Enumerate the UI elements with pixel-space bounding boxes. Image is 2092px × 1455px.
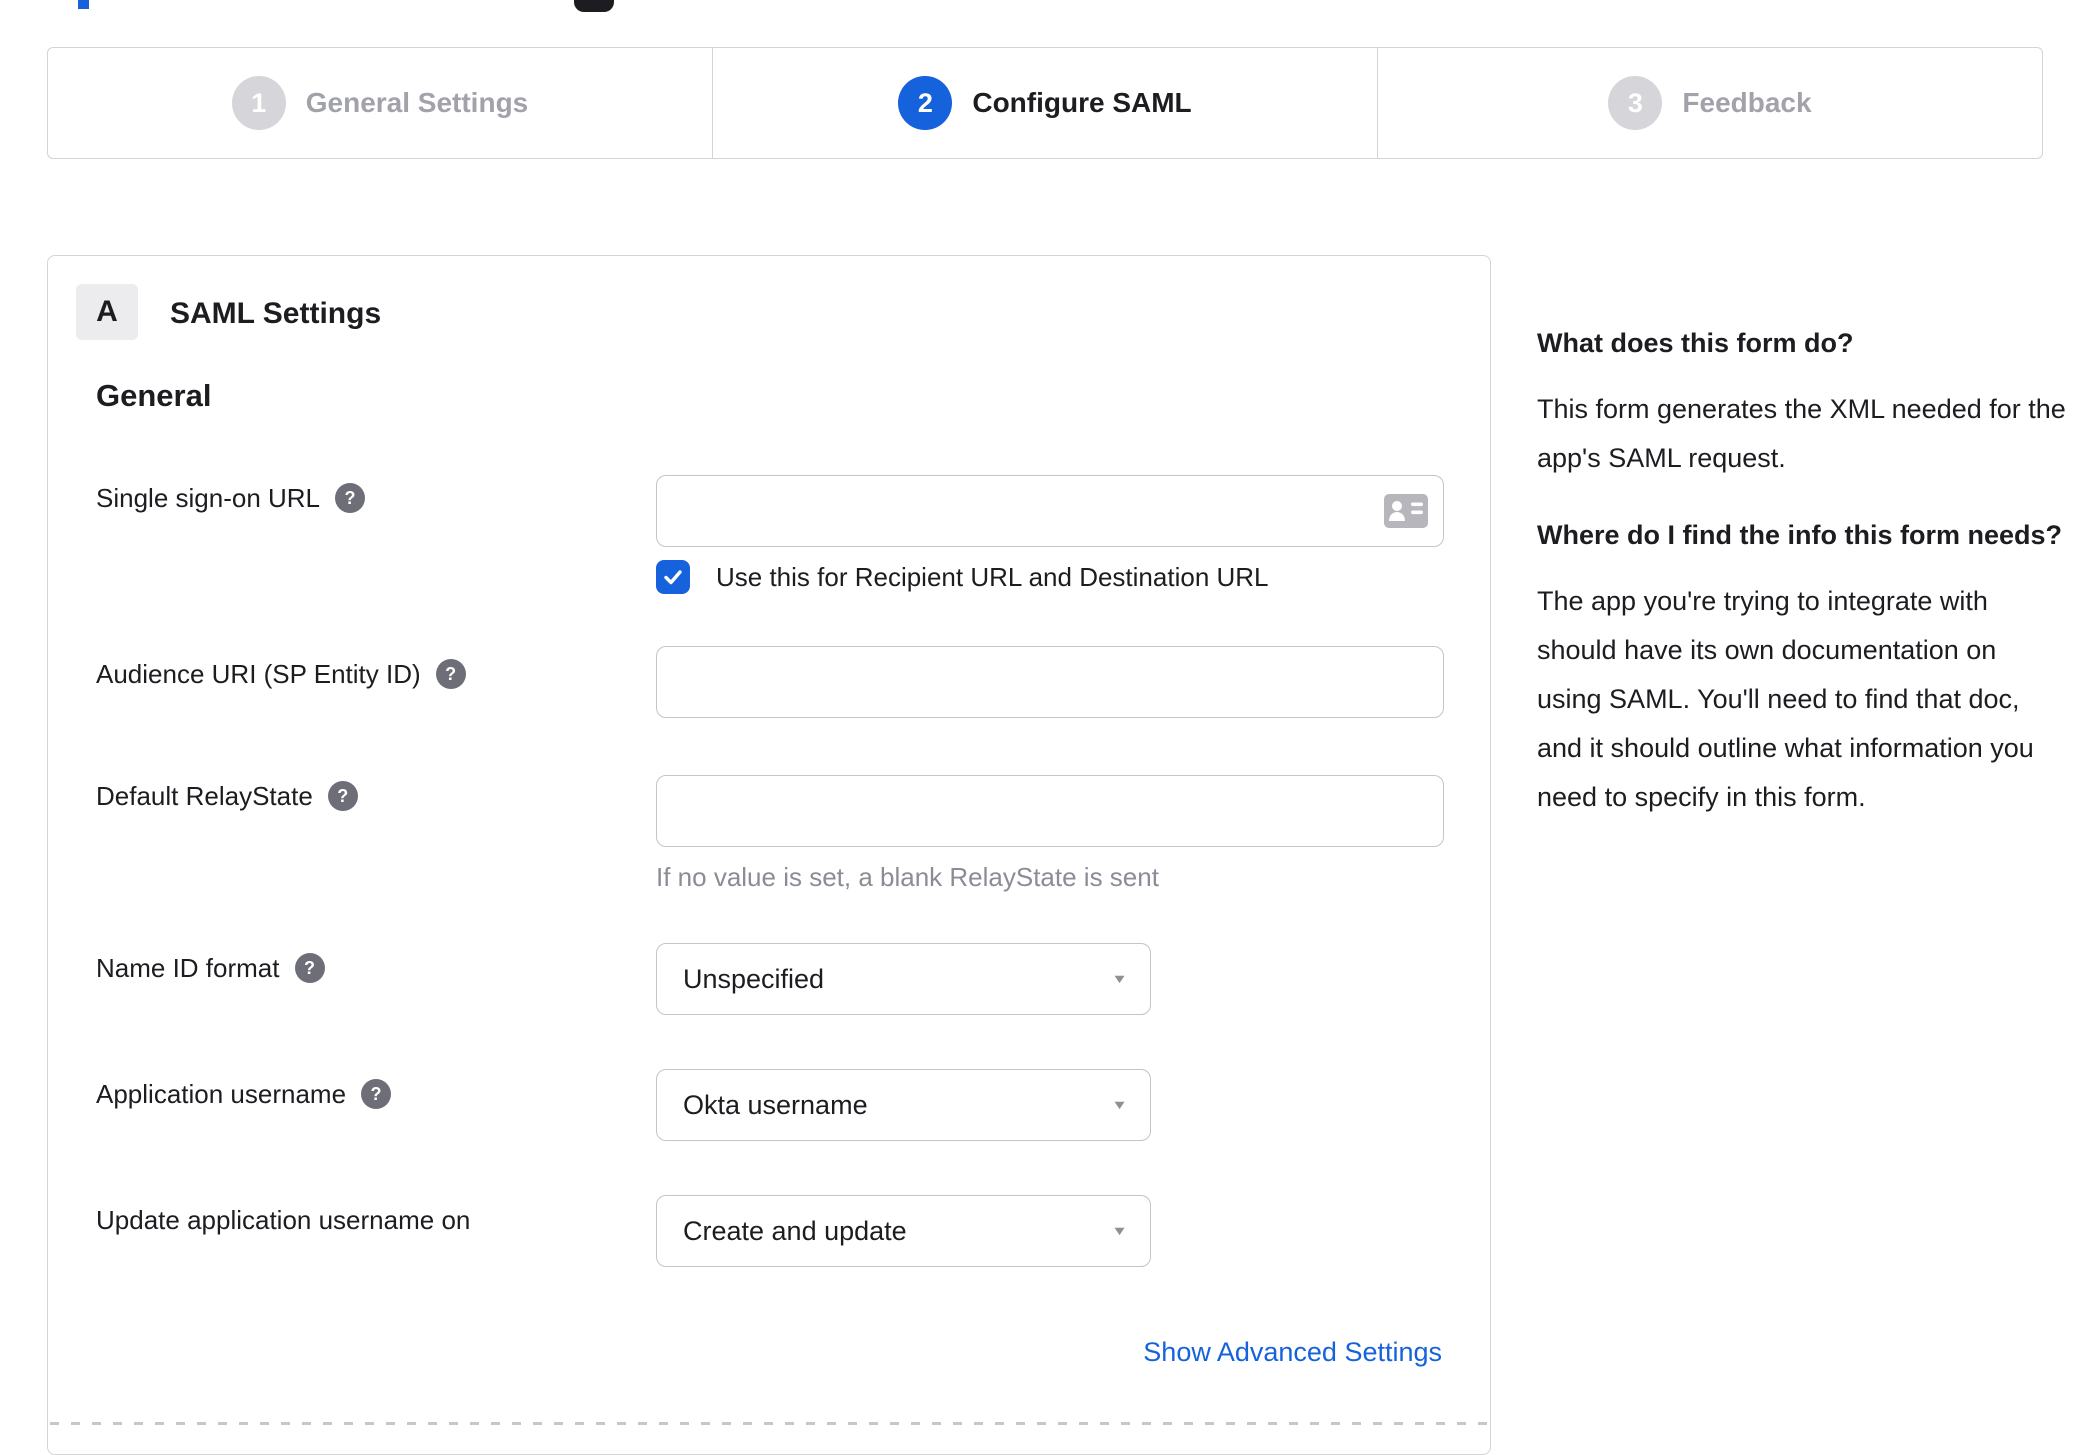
help-icon[interactable]: ?	[435, 659, 466, 689]
audience-uri-label: Audience URI (SP Entity ID)	[96, 658, 421, 689]
help-panel: What does this form do? This form genera…	[1537, 317, 2067, 848]
sso-url-input[interactable]	[656, 475, 1444, 547]
clipped-header-title-artifact	[574, 0, 614, 12]
help-icon[interactable]: ?	[327, 781, 358, 811]
step-number-badge: 2	[898, 76, 953, 130]
name-id-format-label: Name ID format	[96, 952, 280, 983]
wizard-stepper: 1 General Settings 2 Configure SAML 3 Fe…	[47, 47, 2043, 159]
step-label: General Settings	[305, 87, 529, 118]
audience-uri-input[interactable]	[656, 646, 1444, 718]
dashed-section-divider	[50, 1422, 1488, 1425]
step-general-settings[interactable]: 1 General Settings	[48, 48, 712, 158]
section-a-badge: A	[76, 284, 138, 340]
update-username-select[interactable]: Create and update ▼	[656, 1195, 1151, 1267]
saml-settings-card: A SAML Settings General Single sign-on U…	[47, 255, 1491, 1455]
app-username-select[interactable]: Okta username ▼	[656, 1069, 1151, 1141]
show-advanced-settings-link[interactable]: Show Advanced Settings	[1143, 1337, 1442, 1368]
card-title: SAML Settings	[170, 297, 382, 330]
group-title-general: General	[96, 378, 212, 413]
sso-url-input-wrap	[656, 475, 1444, 547]
recipient-url-checkbox[interactable]	[656, 560, 690, 594]
name-id-format-select[interactable]: Unspecified ▼	[656, 943, 1151, 1015]
relaystate-label: Default RelayState	[96, 780, 313, 811]
update-username-label: Update application username on	[96, 1204, 471, 1235]
select-value: Okta username	[683, 1089, 868, 1120]
sso-url-label: Single sign-on URL	[96, 482, 321, 513]
step-configure-saml[interactable]: 2 Configure SAML	[712, 48, 1377, 158]
help-question-1: What does this form do?	[1537, 328, 1854, 358]
step-number-badge: 3	[1608, 76, 1663, 130]
step-number-badge: 1	[231, 76, 286, 130]
help-question-2: Where do I find the info this form needs…	[1537, 520, 2062, 550]
help-icon[interactable]: ?	[294, 953, 325, 983]
step-feedback[interactable]: 3 Feedback	[1377, 48, 2042, 158]
help-answer-2: The app you're trying to integrate with …	[1537, 586, 2034, 812]
relaystate-hint: If no value is set, a blank RelayState i…	[656, 862, 1159, 892]
help-icon[interactable]: ?	[335, 483, 366, 513]
recipient-url-checkbox-label: Use this for Recipient URL and Destinati…	[716, 561, 1269, 592]
step-label: Feedback	[1682, 87, 1812, 118]
help-icon[interactable]: ?	[361, 1079, 392, 1109]
chevron-down-icon: ▼	[1111, 1223, 1128, 1238]
relaystate-input[interactable]	[656, 775, 1444, 847]
clipped-header-blue-artifact	[78, 0, 89, 9]
chevron-down-icon: ▼	[1111, 1097, 1128, 1112]
help-answer-1: This form generates the XML needed for t…	[1537, 394, 2066, 473]
app-username-label: Application username	[96, 1078, 347, 1109]
select-value: Unspecified	[683, 963, 825, 994]
step-label: Configure SAML	[972, 87, 1192, 118]
checkmark-icon	[664, 570, 682, 585]
select-value: Create and update	[683, 1215, 907, 1246]
chevron-down-icon: ▼	[1111, 971, 1128, 986]
